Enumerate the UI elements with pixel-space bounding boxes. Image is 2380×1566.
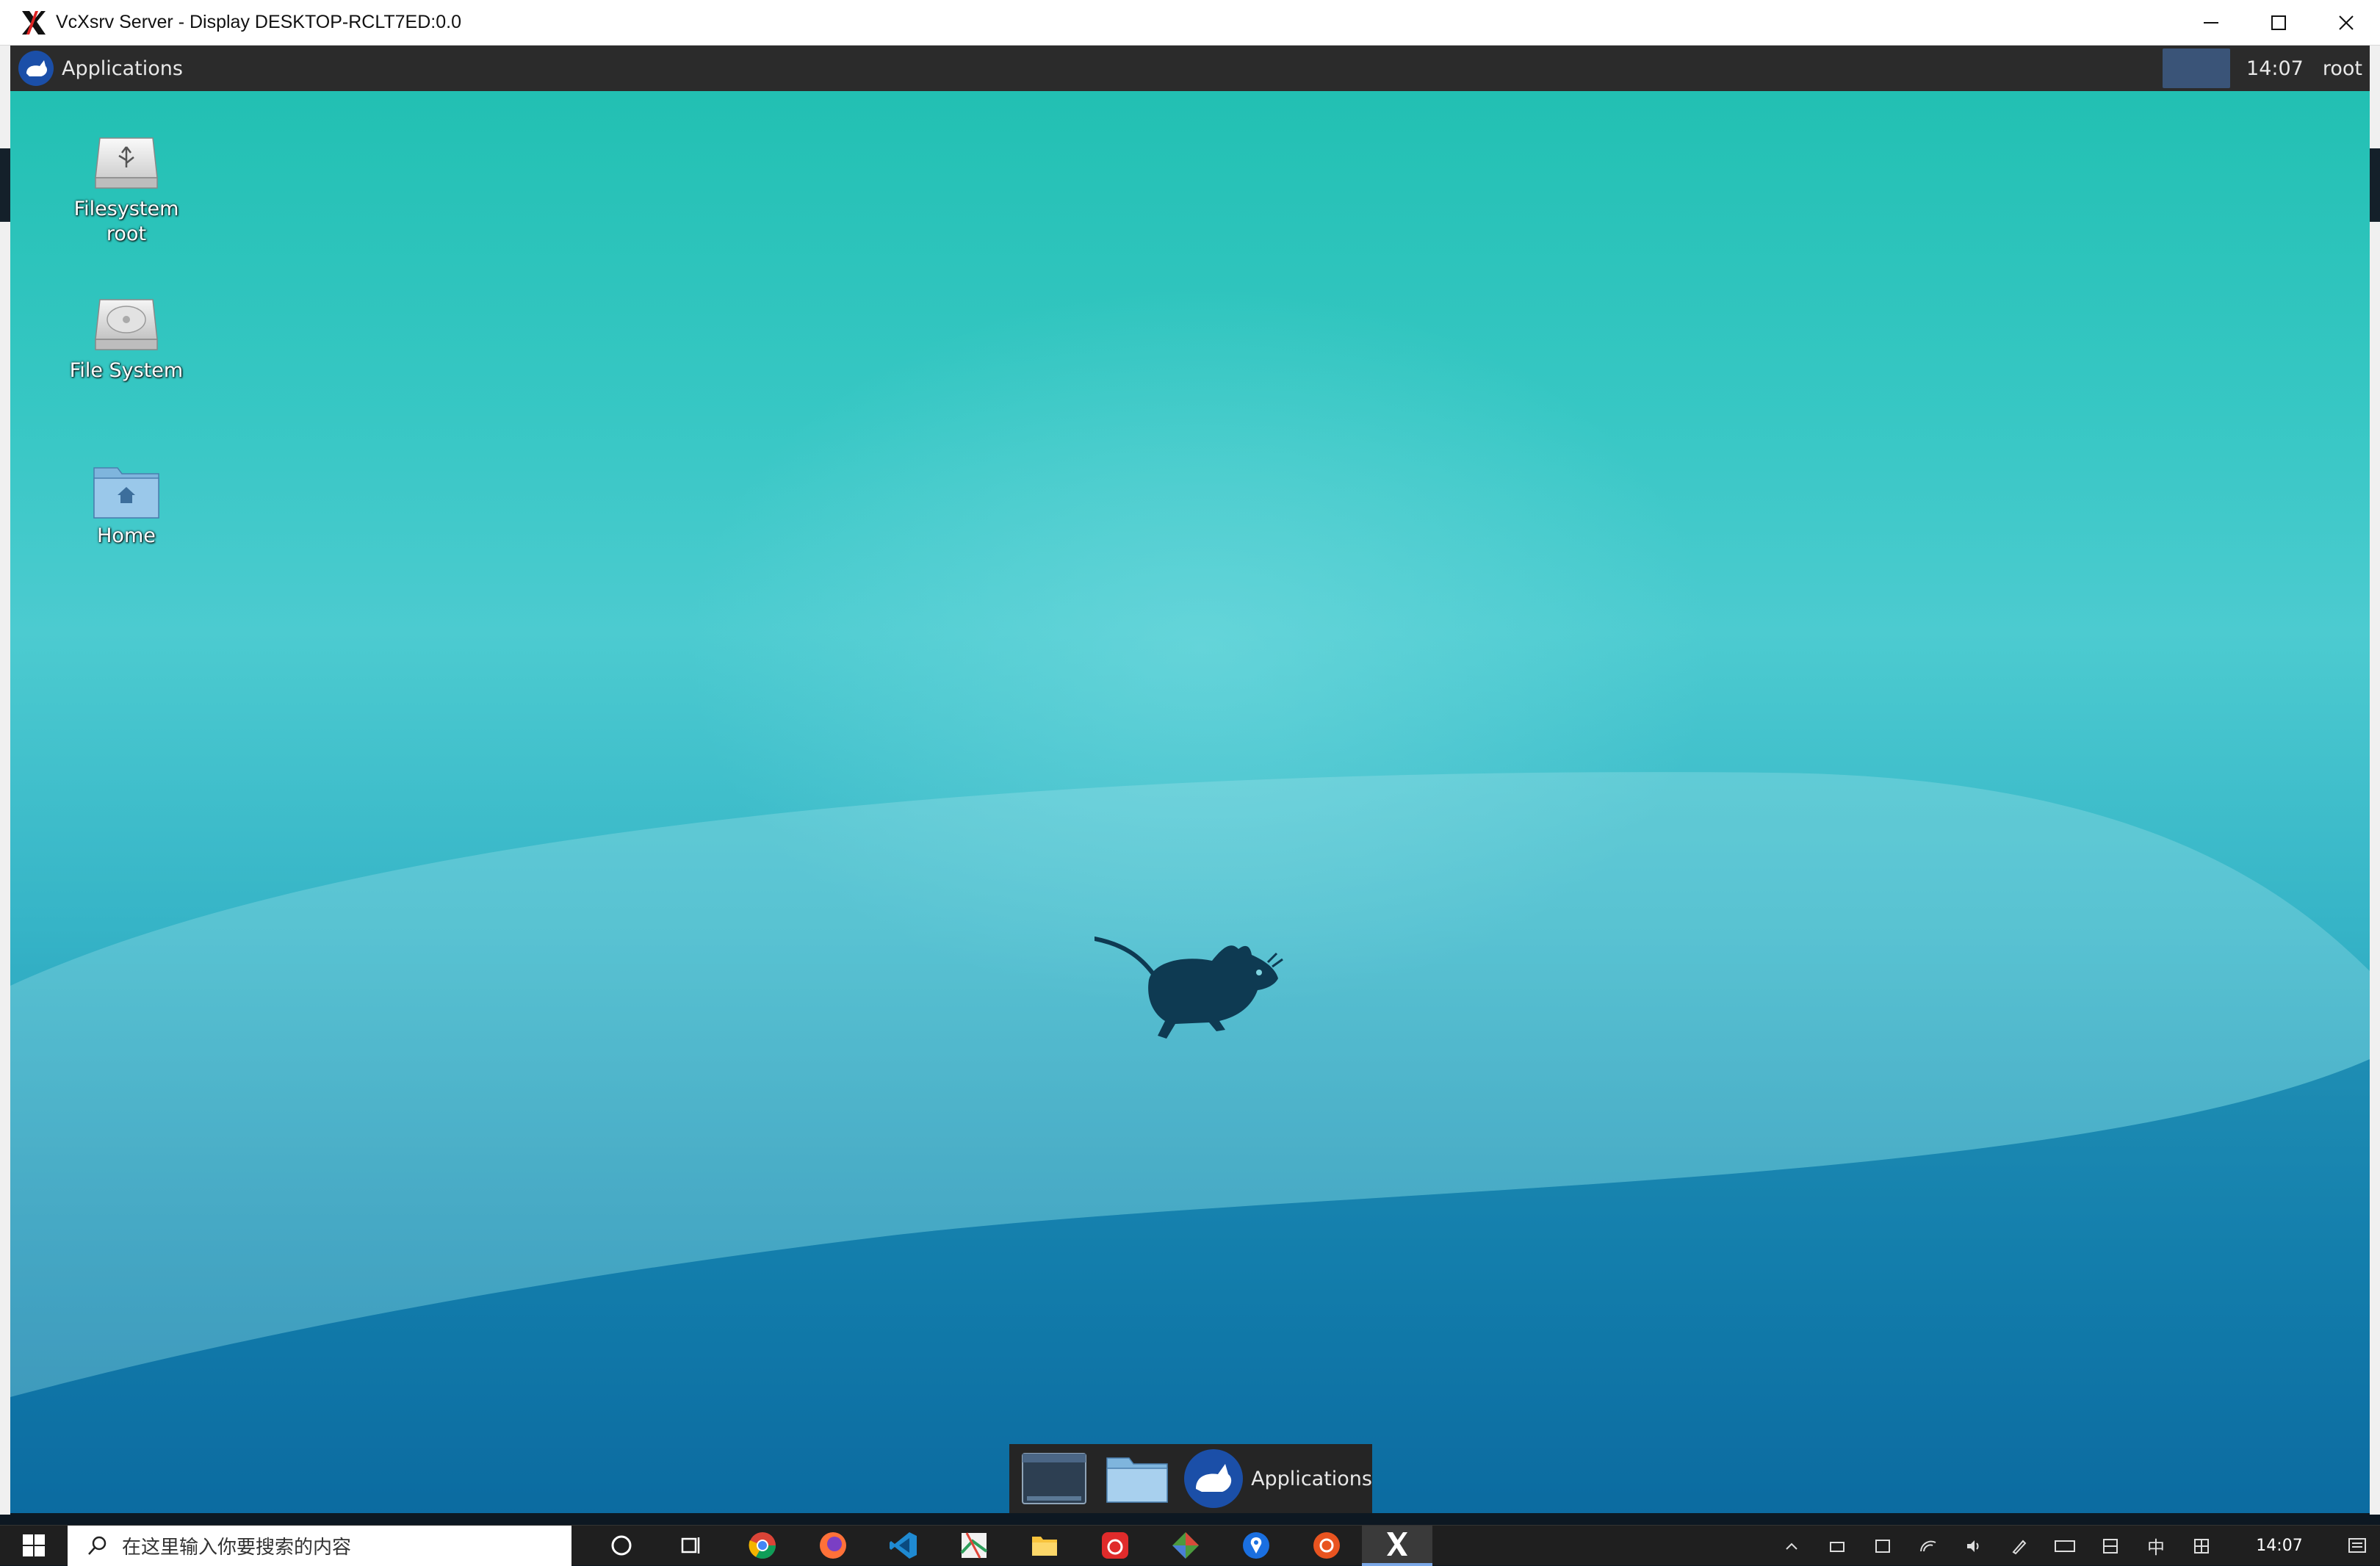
xfce-logo-icon <box>18 51 54 86</box>
minimize-icon <box>2204 22 2218 24</box>
window-left-edge <box>0 46 10 1515</box>
taskbar-git[interactable] <box>1150 1526 1221 1566</box>
xfce-bottom-dock: Applications <box>1009 1444 1372 1513</box>
chrome-icon <box>749 1532 776 1559</box>
x-logo-icon <box>1387 1532 1407 1556</box>
windows-taskbar: 在这里输入你要搜索的内容 中 14:07 <box>0 1525 2380 1566</box>
layout-icon <box>2103 1538 2118 1554</box>
cortana-icon <box>611 1535 632 1556</box>
taskbar-clock[interactable]: 14:07 <box>2224 1537 2334 1556</box>
xfce-apps-icon <box>1183 1449 1243 1508</box>
start-button[interactable] <box>0 1526 68 1566</box>
panel-clock[interactable]: 14:07 <box>2246 57 2304 80</box>
taskbar-music[interactable] <box>1080 1526 1150 1566</box>
speaker-icon <box>1967 1540 1979 1552</box>
taskbar-search[interactable]: 在这里输入你要搜索的内容 <box>68 1525 571 1566</box>
firefox-icon <box>820 1532 846 1559</box>
desktop-icon-home[interactable]: Home <box>60 461 192 549</box>
dock-applications-label[interactable]: Applications <box>1251 1468 1372 1490</box>
minimize-button[interactable] <box>2177 0 2245 46</box>
tray-network-device[interactable] <box>1814 1526 1860 1566</box>
tray-security[interactable] <box>1860 1526 1905 1566</box>
tray-chevron[interactable] <box>1769 1526 1814 1566</box>
wallpaper-wave <box>10 772 2370 1513</box>
folder-icon <box>1032 1537 1057 1556</box>
windows-logo-icon <box>23 1534 45 1556</box>
panel-user[interactable]: root <box>2323 57 2362 80</box>
window-title: VcXsrv Server - Display DESKTOP-RCLT7ED:… <box>56 12 461 32</box>
file-manager-icon <box>1106 1457 1168 1503</box>
taskbar-location[interactable] <box>1221 1526 1291 1566</box>
taskbar-task-view[interactable] <box>657 1526 727 1566</box>
terminal-icon <box>1022 1453 1087 1504</box>
desktop-icon-label: File System <box>69 359 184 382</box>
taskbar-chrome[interactable] <box>727 1526 798 1566</box>
ime-grid-icon <box>2194 1538 2209 1554</box>
tray-pen[interactable] <box>1997 1526 2042 1566</box>
keyboard-icon <box>2055 1540 2075 1552</box>
task-view-icon <box>681 1537 700 1554</box>
taskbar-cortana[interactable] <box>586 1526 657 1566</box>
applications-menu-label: Applications <box>62 57 183 80</box>
xfce-mouse-logo <box>1095 937 1283 1039</box>
taskbar-vcxsrv[interactable] <box>1362 1525 1432 1566</box>
xfce-top-panel: Applications 14:07 root <box>10 46 2370 91</box>
window-controls <box>2177 0 2380 46</box>
hard-drive-icon <box>95 299 158 350</box>
wifi-icon <box>1920 1540 1936 1551</box>
vscode-icon <box>890 1532 917 1559</box>
music-app-icon <box>1102 1532 1128 1559</box>
dock-file-manager[interactable] <box>1093 1448 1181 1509</box>
tray-ime-mode[interactable] <box>2179 1526 2224 1566</box>
taskbar-explorer[interactable] <box>1009 1526 1080 1566</box>
taskbar-firefox[interactable] <box>798 1526 868 1566</box>
map-app-icon <box>960 1532 988 1559</box>
close-icon <box>2339 15 2354 30</box>
shield-icon <box>1875 1539 1890 1553</box>
tray-notifications[interactable] <box>2334 1526 2380 1566</box>
ubuntu-icon <box>1313 1532 1340 1559</box>
tray-ime-layout[interactable] <box>2088 1526 2133 1566</box>
window-right-edge <box>2370 46 2380 1515</box>
home-folder-icon <box>93 467 159 519</box>
taskbar-pinned-apps <box>586 1525 1432 1566</box>
desktop-icon-label: Home <box>97 524 156 547</box>
taskbar-app-map[interactable] <box>939 1526 1009 1566</box>
desktop-icon-label: Filesystem root <box>73 198 179 245</box>
close-button[interactable] <box>2312 0 2380 46</box>
desktop-icon-file-system[interactable]: File System <box>60 295 192 383</box>
applications-menu-button[interactable]: Applications <box>10 46 183 91</box>
tray-ime[interactable]: 中 <box>2133 1526 2179 1566</box>
maximize-icon <box>2271 15 2286 30</box>
desktop-icon-filesystem-root[interactable]: Filesystem root <box>60 134 192 247</box>
usb-drive-icon <box>95 137 158 189</box>
system-tray: 中 14:07 <box>1769 1526 2380 1566</box>
panel-right-area: 14:07 root <box>2163 46 2370 91</box>
maximize-button[interactable] <box>2245 0 2312 46</box>
taskbar-vscode[interactable] <box>868 1526 939 1566</box>
git-app-icon <box>1172 1532 1199 1559</box>
search-placeholder: 在这里输入你要搜索的内容 <box>122 1536 352 1559</box>
notification-icon <box>2348 1537 2366 1553</box>
dock-applications[interactable] <box>1181 1448 1245 1509</box>
window-titlebar[interactable]: VcXsrv Server - Display DESKTOP-RCLT7ED:… <box>0 0 2380 46</box>
xfce-desktop[interactable]: Applications 14:07 root Filesystem root … <box>10 46 2370 1513</box>
x-logo-icon <box>22 10 46 35</box>
tray-wifi[interactable] <box>1905 1526 1951 1566</box>
chevron-up-icon <box>1786 1542 1797 1550</box>
pen-icon <box>2012 1540 2027 1554</box>
search-icon <box>88 1536 107 1555</box>
device-icon <box>1830 1541 1844 1552</box>
tray-keyboard[interactable] <box>2042 1526 2088 1566</box>
tray-volume[interactable] <box>1951 1526 1997 1566</box>
dock-terminal[interactable] <box>1015 1448 1093 1509</box>
workspace-switcher[interactable] <box>2163 48 2231 88</box>
location-pin-icon <box>1243 1532 1269 1559</box>
taskbar-ubuntu[interactable] <box>1291 1526 1362 1566</box>
